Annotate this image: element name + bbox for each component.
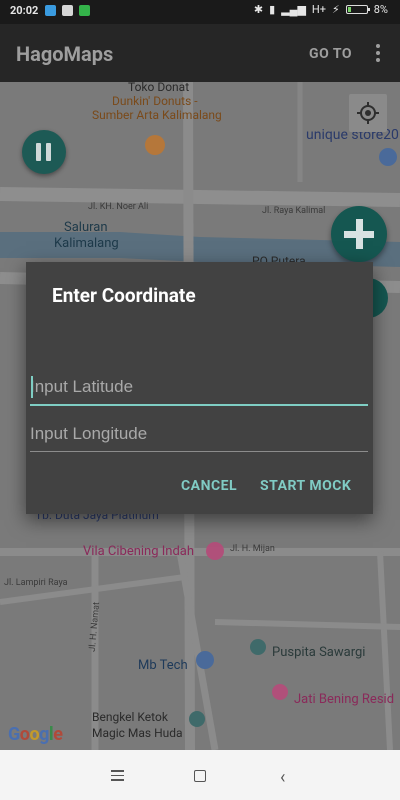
home-icon[interactable] [194, 770, 206, 782]
map-label-noer-ali: Jl. KH. Noer Ali [88, 202, 149, 212]
battery-icon [345, 5, 370, 14]
signal-icon: ▂▄▆ [281, 3, 306, 16]
notification-app-icon [62, 5, 73, 16]
longitude-input[interactable] [30, 419, 368, 449]
dialog-title: Enter Coordinate [52, 284, 196, 307]
status-time: 20:02 [10, 4, 39, 17]
crosshair-icon [357, 102, 379, 124]
map-label-raya-kalimalang: Jl. Raya Kalimal [262, 206, 326, 216]
latitude-input[interactable] [30, 372, 368, 402]
map-label-lampiri: Jl. Lampiri Raya [4, 578, 68, 588]
map-label-sumber: Sumber Arta Kalimalang [92, 108, 222, 122]
cancel-button[interactable]: CANCEL [181, 478, 237, 494]
bluetooth-app-icon [45, 5, 56, 16]
zoom-in-fab-icon[interactable] [331, 206, 387, 262]
pause-icon [36, 143, 41, 161]
status-bar: 20:02 ✱ ▮ ▂▄▆ H+ ⚡ 8% [0, 0, 400, 24]
bluetooth-icon: ✱ [253, 3, 264, 16]
my-location-button[interactable] [349, 94, 387, 132]
map-label-vila: Vila Cibening Indah [83, 544, 195, 559]
map-label-bengkel-2: Magic Mas Huda [92, 726, 183, 740]
text-caret [31, 376, 33, 398]
system-nav-bar: ‹ [0, 750, 400, 800]
google-logo: Google [8, 724, 63, 745]
map-label-bengkel-1: Bengkel Ketok [92, 710, 168, 724]
recent-apps-icon[interactable] [111, 770, 124, 784]
map-label-kalimalang: Kalimalang [54, 236, 119, 251]
network-type: H+ [311, 3, 327, 16]
map-label-toko-donat: Toko Donat [128, 82, 190, 94]
app-title: HagoMaps [16, 42, 114, 66]
map-label-jati: Jati Bening Resid [294, 692, 395, 707]
overflow-menu-icon[interactable] [376, 44, 380, 62]
longitude-field[interactable] [30, 419, 368, 452]
pause-button[interactable] [22, 130, 66, 174]
map-label-dunkin: Dunkin' Donuts - [112, 94, 198, 108]
enter-coordinate-dialog: Enter Coordinate CANCEL START MOCK [26, 262, 373, 514]
app-bar: HagoMaps GO TO [0, 24, 400, 82]
latitude-field[interactable] [30, 372, 368, 406]
map-label-mb-tech: Mb Tech [138, 658, 188, 673]
start-mock-button[interactable]: START MOCK [260, 478, 351, 494]
wechat-icon [79, 5, 90, 16]
battery-percent: 8% [373, 3, 388, 16]
map-label-puspita: Puspita Sawargi [272, 645, 366, 660]
goto-button[interactable]: GO TO [309, 46, 352, 62]
map-label-saluran: Saluran [64, 220, 108, 235]
charging-icon: ⚡ [332, 3, 340, 16]
back-icon[interactable]: ‹ [280, 767, 285, 788]
status-icons: ✱ ▮ ▂▄▆ H+ ⚡ 8% [254, 3, 388, 16]
map-label-mijan: Jl. H. Mijan [230, 544, 275, 554]
vibrate-icon: ▮ [269, 3, 276, 16]
